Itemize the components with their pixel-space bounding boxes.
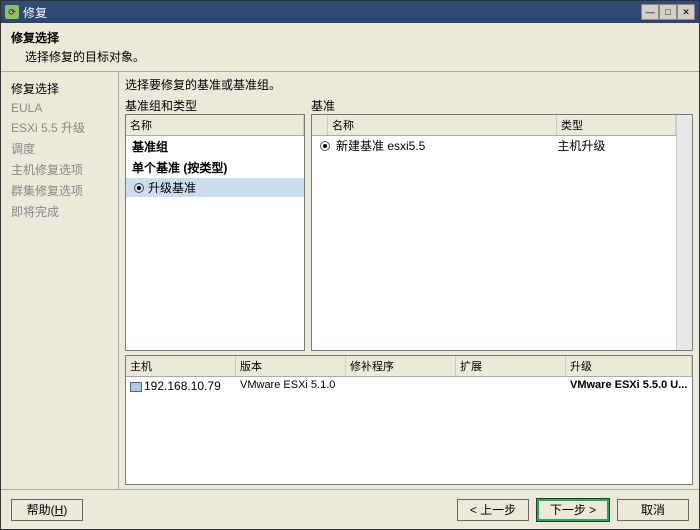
body: 修复选择 EULA ESXi 5.5 升级 调度 主机修复选项 群集修复选项 即… xyxy=(1,72,699,489)
col-version[interactable]: 版本 xyxy=(236,356,346,376)
close-button[interactable]: ✕ xyxy=(677,4,695,20)
col-check[interactable] xyxy=(312,115,328,135)
baseline-type: 主机升级 xyxy=(557,137,668,154)
cell-host: 192.168.10.79 xyxy=(126,378,236,394)
step-cluster-options[interactable]: 群集修复选项 xyxy=(1,180,118,201)
radio-icon xyxy=(320,141,330,151)
host-pane: 主机 版本 修补程序 扩展 升级 192.168.10.79 VMware ES… xyxy=(125,355,693,485)
host-table-header: 主机 版本 修补程序 扩展 升级 xyxy=(126,356,692,377)
cell-patches xyxy=(346,378,456,394)
top-panes: 基准组和类型 名称 基准组 单个基准 (按类型) 升级基准 xyxy=(125,97,693,351)
step-remediate-select[interactable]: 修复选择 xyxy=(1,78,118,99)
instruction-label: 选择要修复的基准或基准组。 xyxy=(125,76,693,93)
page-title: 修复选择 xyxy=(11,29,689,46)
col-upgrade[interactable]: 升级 xyxy=(566,356,692,376)
back-button[interactable]: < 上一步 xyxy=(457,499,529,521)
page-header: 修复选择 选择修复的目标对象。 xyxy=(1,23,699,72)
step-ready[interactable]: 即将完成 xyxy=(1,201,118,222)
baseline-name: 新建基准 esxi5.5 xyxy=(334,137,557,154)
wizard-steps: 修复选择 EULA ESXi 5.5 升级 调度 主机修复选项 群集修复选项 即… xyxy=(1,72,119,489)
minimize-button[interactable]: — xyxy=(641,4,659,20)
cell-version: VMware ESXi 5.1.0 xyxy=(236,378,346,394)
footer: 帮助(H) < 上一步 下一步 > 取消 xyxy=(1,489,699,529)
baseline-groups-header: 名称 xyxy=(126,115,304,136)
window-title: 修复 xyxy=(23,4,641,21)
group-label: 基准组 xyxy=(126,136,304,157)
col-host[interactable]: 主机 xyxy=(126,356,236,376)
subgroup-label: 单个基准 (按类型) xyxy=(126,157,304,178)
baseline-groups-list: 名称 基准组 单个基准 (按类型) 升级基准 xyxy=(125,114,305,351)
baselines-label: 基准 xyxy=(311,97,693,114)
window-buttons: — □ ✕ xyxy=(641,4,695,20)
baselines-header: 名称 类型 xyxy=(312,115,676,136)
scrollbar[interactable] xyxy=(676,115,692,350)
step-schedule[interactable]: 调度 xyxy=(1,138,118,159)
baseline-item-label: 升级基准 xyxy=(148,179,196,196)
page-subtitle: 选择修复的目标对象。 xyxy=(25,48,689,65)
col-baseline-name[interactable]: 名称 xyxy=(328,115,557,135)
cancel-button[interactable]: 取消 xyxy=(617,499,689,521)
baselines-body: 新建基准 esxi5.5 主机升级 xyxy=(312,136,676,350)
help-button[interactable]: 帮助(H) xyxy=(11,499,83,521)
maximize-button[interactable]: □ xyxy=(659,4,677,20)
main-content: 选择要修复的基准或基准组。 基准组和类型 名称 基准组 单个基准 (按类型) xyxy=(119,72,699,489)
baseline-row[interactable]: 新建基准 esxi5.5 主机升级 xyxy=(312,136,676,155)
baseline-item-upgrade[interactable]: 升级基准 xyxy=(126,178,304,197)
col-ext[interactable]: 扩展 xyxy=(456,356,566,376)
baseline-groups-label: 基准组和类型 xyxy=(125,97,305,114)
col-patches[interactable]: 修补程序 xyxy=(346,356,456,376)
host-row[interactable]: 192.168.10.79 VMware ESXi 5.1.0 VMware E… xyxy=(126,377,692,395)
col-baseline-type[interactable]: 类型 xyxy=(557,115,676,135)
step-eula[interactable]: EULA xyxy=(1,99,118,117)
app-icon: ⟳ xyxy=(5,5,19,19)
titlebar: ⟳ 修复 — □ ✕ xyxy=(1,1,699,23)
baseline-groups-body: 基准组 单个基准 (按类型) 升级基准 xyxy=(126,136,304,350)
cell-ext xyxy=(456,378,566,394)
host-icon xyxy=(130,382,142,392)
next-button[interactable]: 下一步 > xyxy=(537,499,609,521)
cell-upgrade: VMware ESXi 5.5.0 U... xyxy=(566,378,692,394)
host-table: 主机 版本 修补程序 扩展 升级 192.168.10.79 VMware ES… xyxy=(125,355,693,485)
baselines-pane: 基准 名称 类型 新建基准 esxi5.5 xyxy=(311,97,693,351)
baselines-list: 名称 类型 新建基准 esxi5.5 主机升级 xyxy=(311,114,693,351)
step-esxi-upgrade[interactable]: ESXi 5.5 升级 xyxy=(1,117,118,138)
radio-icon xyxy=(134,183,144,193)
baseline-groups-pane: 基准组和类型 名称 基准组 单个基准 (按类型) 升级基准 xyxy=(125,97,305,351)
col-name[interactable]: 名称 xyxy=(126,115,304,135)
wizard-window: ⟳ 修复 — □ ✕ 修复选择 选择修复的目标对象。 修复选择 EULA ESX… xyxy=(0,0,700,530)
step-host-options[interactable]: 主机修复选项 xyxy=(1,159,118,180)
